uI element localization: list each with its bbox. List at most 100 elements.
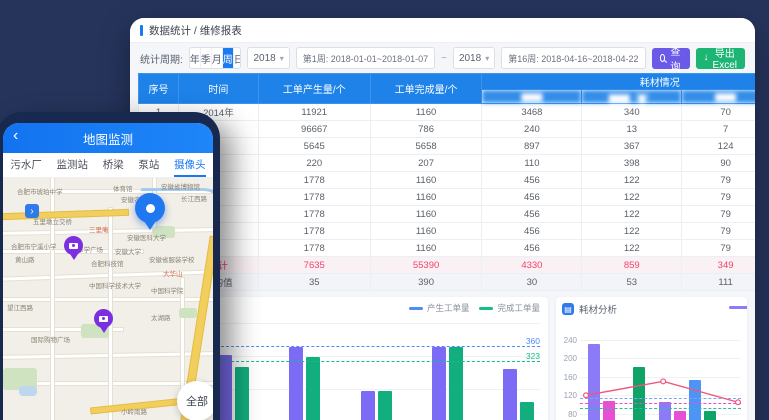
col-header-done: 工单完成量/个: [370, 74, 482, 104]
table-row: 12014年119211160346834070250: [139, 104, 756, 121]
bar-产生工单量[interactable]: [432, 347, 446, 420]
col-subheader-blurred-1: ▆▆▆: [482, 90, 582, 104]
map-label: 体育馆: [113, 183, 133, 193]
table-cell: 124: [682, 138, 755, 155]
table-cell: 4330: [482, 257, 582, 274]
line-point[interactable]: [661, 379, 666, 384]
year-end-select[interactable]: 2018 ▾: [453, 47, 495, 69]
charts-row: 产生工单量完成工单量 360323 ▤ 耗材分析 240200160120804…: [208, 297, 747, 420]
phone-tab-桥梁[interactable]: 桥梁: [103, 153, 124, 177]
show-all-button[interactable]: 全部: [177, 381, 213, 420]
bar-完成工单量[interactable]: [449, 347, 463, 420]
table-cell: 786: [370, 121, 482, 138]
line-point[interactable]: [584, 393, 589, 398]
legend-item[interactable]: 产生工单量: [409, 302, 470, 314]
period-option-季[interactable]: 季: [201, 48, 212, 68]
y-tick-label: 200: [564, 354, 577, 363]
table-cell: 349: [682, 257, 755, 274]
query-button[interactable]: 查询: [652, 48, 690, 69]
phone-tab-污水厂[interactable]: 污水厂: [10, 153, 42, 177]
table-cell: 79: [682, 206, 755, 223]
table-cell: 111: [682, 274, 755, 291]
table-cell: 456: [482, 240, 582, 257]
week-end-display[interactable]: 第16周: 2018-04-16~2018-04-22: [501, 47, 645, 69]
bar-产生工单量[interactable]: [289, 347, 303, 420]
period-option-月[interactable]: 月: [212, 48, 223, 68]
map-label: 黄山路: [15, 254, 35, 264]
camera-marker[interactable]: [64, 236, 83, 255]
table-cell: 240: [482, 121, 582, 138]
map-pond: [19, 386, 37, 396]
table-cell: 122: [582, 223, 682, 240]
map-label: 安徽省博物馆: [161, 181, 200, 191]
bar-完成工单量[interactable]: [306, 357, 320, 420]
period-option-日[interactable]: 日: [234, 48, 242, 68]
map-label: 望江西路: [7, 302, 33, 312]
pin-dot: [146, 204, 155, 213]
col-subheader-blurred-2: ▆▆▆（▆）: [582, 90, 682, 104]
map-label: 合肥科技馆: [91, 258, 124, 268]
bar-group: [432, 347, 463, 420]
legend-swatch: [479, 307, 493, 310]
map-label: 中国科学院: [151, 285, 184, 295]
week-start-display[interactable]: 第1周: 2018-01-01~2018-01-07: [296, 47, 435, 69]
filter-bar: 统计周期: 年季月周日 2018 ▾ 第1周: 2018-01-01~2018-…: [130, 43, 755, 73]
phone-tab-泵站[interactable]: 泵站: [138, 153, 159, 177]
phone-tab-摄像头[interactable]: 摄像头: [174, 153, 206, 177]
bar-完成工单量[interactable]: [378, 391, 392, 420]
table-cell: 1160: [370, 189, 482, 206]
period-option-年[interactable]: 年: [190, 48, 201, 68]
legend-item[interactable]: 完成工单量: [479, 302, 540, 314]
bar-产生工单量[interactable]: [361, 391, 375, 420]
map-label: 安徽省服装学校: [149, 254, 195, 264]
map-expand-button[interactable]: ›: [25, 204, 39, 218]
export-button-label: 导出Excel: [713, 45, 737, 71]
consumable-chart-plot: [580, 321, 741, 420]
table-cell: 3468: [482, 104, 582, 121]
table-cell: 13: [582, 121, 682, 138]
table-cell: 1778: [258, 223, 370, 240]
bar-完成工单量[interactable]: [520, 402, 534, 420]
table-cell: 55390: [370, 257, 482, 274]
map-view[interactable]: 合肥市琥珀中学体育馆安徽农业大学安徽省博物馆长江西路五里墩立交桥三里庵安徽医科大…: [3, 178, 213, 420]
year-start-select[interactable]: 2018 ▾: [247, 47, 289, 69]
line-point[interactable]: [736, 400, 741, 405]
table-cell: 1160: [370, 104, 482, 121]
table-cell: 1160: [370, 206, 482, 223]
y-tick-label: 120: [564, 391, 577, 400]
selected-location-pin[interactable]: [135, 193, 165, 223]
camera-marker[interactable]: [94, 309, 113, 328]
col-header-no: 序号: [139, 74, 179, 104]
bar-产生工单量[interactable]: [503, 369, 517, 420]
bar-group: [289, 347, 320, 420]
workorder-chart-card: 产生工单量完成工单量 360323: [208, 297, 548, 420]
chevron-down-icon: ▾: [280, 54, 284, 63]
map-label: 安徽医科大学: [127, 232, 166, 242]
reference-line-label: 360: [526, 336, 540, 346]
query-button-label: 查询: [669, 43, 681, 73]
breadcrumb-text: 数据统计 / 维修报表: [149, 23, 242, 38]
phone-header: ‹ 地图监测: [3, 123, 213, 153]
report-table: 序号 时间 工单产生量/个 工单完成量/个 耗材情况 ▆▆▆▆▆▆（▆）▆▆▆▆…: [138, 73, 755, 291]
table-row: 56455658897367124129: [139, 138, 756, 155]
phone-tab-监测站[interactable]: 监测站: [57, 153, 89, 177]
table-cell: 456: [482, 206, 582, 223]
period-option-周[interactable]: 周: [223, 48, 234, 68]
camera-icon: [69, 243, 78, 249]
bar-完成工单量[interactable]: [235, 367, 249, 420]
table-total-row: 合计7635553904330859349334: [139, 257, 756, 274]
year-end-value: 2018: [459, 53, 481, 64]
table-row: 177811604561227967: [139, 189, 756, 206]
bar-产生工单量[interactable]: [218, 355, 232, 420]
table-cell: 11921: [258, 104, 370, 121]
year-start-value: 2018: [253, 53, 275, 64]
col-header-created: 工单产生量/个: [258, 74, 370, 104]
table-cell: 456: [482, 172, 582, 189]
bar-group: [218, 355, 249, 420]
table-cell: 5645: [258, 138, 370, 155]
back-icon[interactable]: ‹: [13, 128, 18, 144]
consumable-chart-card: ▤ 耗材分析 2402001601208040: [556, 297, 747, 420]
table-cell: 79: [682, 172, 755, 189]
map-label: 中国科学技术大学: [89, 280, 141, 290]
export-excel-button[interactable]: ↓ 导出Excel: [696, 48, 745, 69]
